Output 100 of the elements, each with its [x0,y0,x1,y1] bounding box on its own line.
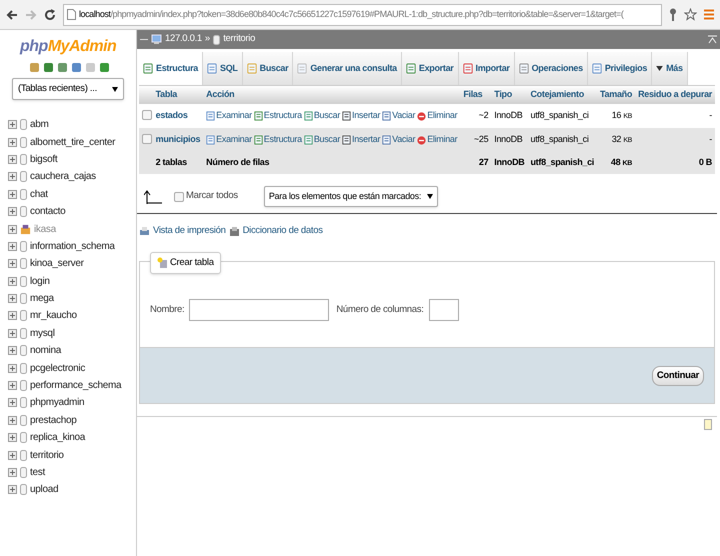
database-link[interactable]: ikasa [34,222,56,237]
database-icon [20,362,27,374]
address-bar[interactable]: localhost/phpmyadmin/index.php?token=38d6e80b840c4c7c56651227c1597619#PMAURL-1:db_structure.php?db=territorio&table=&server=1&target=( [63,4,662,26]
tab[interactable]: SQL [203,52,243,85]
expand-icon[interactable] [8,138,17,147]
expand-icon[interactable] [8,416,17,425]
expand-icon[interactable] [8,294,17,304]
expand-icon[interactable] [8,450,17,460]
checkbox[interactable] [142,110,152,120]
expand-icon[interactable] [8,242,17,251]
action-link[interactable]: Examinar [216,109,252,123]
expand-icon[interactable] [8,398,17,408]
column-header[interactable]: Cotejamiento [527,86,598,104]
toolbar-icon[interactable] [57,62,68,73]
database-link[interactable]: replica_kinoa [30,430,86,446]
breadcrumb-link[interactable]: 127.0.0.1 [165,32,202,47]
print-view-link[interactable]: Vista de impresión [153,224,226,238]
action-link[interactable]: Insertar [352,109,380,123]
tab[interactable]: Más [652,52,688,85]
expand-icon[interactable] [8,364,17,373]
column-header[interactable]: Tabla [152,86,204,104]
expand-icon[interactable] [8,381,17,390]
action-link[interactable]: Eliminar [427,133,458,147]
database-link[interactable]: albomett_tire_center [30,134,116,150]
expand-icon[interactable] [8,485,17,494]
key-icon[interactable] [669,8,677,21]
database-link[interactable]: chat [30,186,48,202]
toolbar-icon[interactable] [43,62,54,73]
database-link[interactable]: bigsoft [30,152,58,167]
expand-icon[interactable] [8,468,17,477]
expand-icon[interactable] [8,224,17,234]
expand-icon[interactable] [8,346,17,356]
back-icon[interactable] [6,8,18,20]
database-link[interactable]: cauchera_cajas [30,169,96,184]
database-link[interactable]: abm [30,117,49,132]
action-link[interactable]: Buscar [314,133,340,147]
action-link[interactable]: Estructura [264,133,302,147]
action-link[interactable]: Eliminar [427,109,458,123]
column-header[interactable]: Acción [203,86,460,104]
column-header[interactable]: Filas [460,86,492,104]
column-header[interactable]: Tamaño [597,86,636,104]
database-link[interactable]: nomina [30,343,61,358]
reload-icon[interactable] [44,8,56,20]
action-link[interactable]: Examinar [216,133,252,147]
collapse-icon[interactable] [708,35,717,44]
star-icon[interactable] [684,8,697,21]
database-link[interactable]: upload [30,482,58,498]
columns-input[interactable] [428,299,459,322]
database-link[interactable]: information_schema [30,238,115,254]
breadcrumb-link[interactable]: territorio [223,32,256,47]
expand-icon[interactable] [8,154,17,164]
expand-icon[interactable] [8,120,17,130]
tab[interactable]: Importar [458,52,515,85]
database-link[interactable]: mega [30,291,54,306]
database-link[interactable]: mysql [30,326,55,341]
continue-button[interactable]: Continuar [652,366,704,386]
action-link[interactable]: Vaciar [392,109,416,123]
name-input[interactable] [189,299,330,322]
tab[interactable]: Generar una consulta [293,52,402,85]
expand-icon[interactable] [8,172,17,182]
table-link[interactable]: estados [152,104,204,128]
data-dictionary-link[interactable]: Diccionario de datos [242,224,323,238]
tab[interactable]: Exportar [402,52,458,85]
database-link[interactable]: kinoa_server [30,256,84,272]
database-link[interactable]: performance_schema [30,378,122,394]
database-link[interactable]: prestachop [30,412,76,428]
expand-icon[interactable] [8,311,17,320]
action-link[interactable]: Buscar [314,109,340,123]
expand-icon[interactable] [8,207,17,216]
expand-icon[interactable] [8,259,17,268]
tab[interactable]: Privilegios [588,52,652,85]
expand-icon[interactable] [8,433,17,442]
table-cell: InnoDB [491,104,528,128]
toolbar-icon[interactable] [99,62,110,73]
bulk-action-select[interactable]: Para los elementos que están marcados: [264,186,438,207]
checkbox[interactable] [142,134,152,144]
database-link[interactable]: pcgelectronic [30,360,86,376]
toolbar-icon[interactable] [71,62,82,73]
document-icon [704,419,712,430]
database-link[interactable]: mr_kaucho [30,308,77,324]
database-link[interactable]: territorio [30,448,64,463]
check-all-label[interactable]: Marcar todos [186,189,238,204]
expand-icon[interactable] [8,190,17,199]
database-link[interactable]: test [30,465,45,480]
column-header[interactable]: Residuo a depurar [635,86,715,104]
expand-icon[interactable] [8,276,17,286]
database-link[interactable]: phpmyadmin [30,395,84,410]
checkbox[interactable] [174,192,184,202]
tab[interactable]: Buscar [242,52,294,85]
menu-icon[interactable] [704,9,714,20]
tab[interactable]: Operaciones [514,52,588,85]
action-link[interactable]: Vaciar [392,133,416,147]
expand-icon[interactable] [8,328,17,338]
action-link[interactable]: Insertar [352,133,380,147]
column-header[interactable]: Tipo [491,86,528,104]
table-link[interactable]: municipios [152,128,204,152]
database-link[interactable]: login [30,274,50,289]
recent-tables-select[interactable]: (Tablas recientes) ... [12,78,124,100]
action-link[interactable]: Estructura [264,109,302,123]
database-link[interactable]: contacto [30,204,66,220]
